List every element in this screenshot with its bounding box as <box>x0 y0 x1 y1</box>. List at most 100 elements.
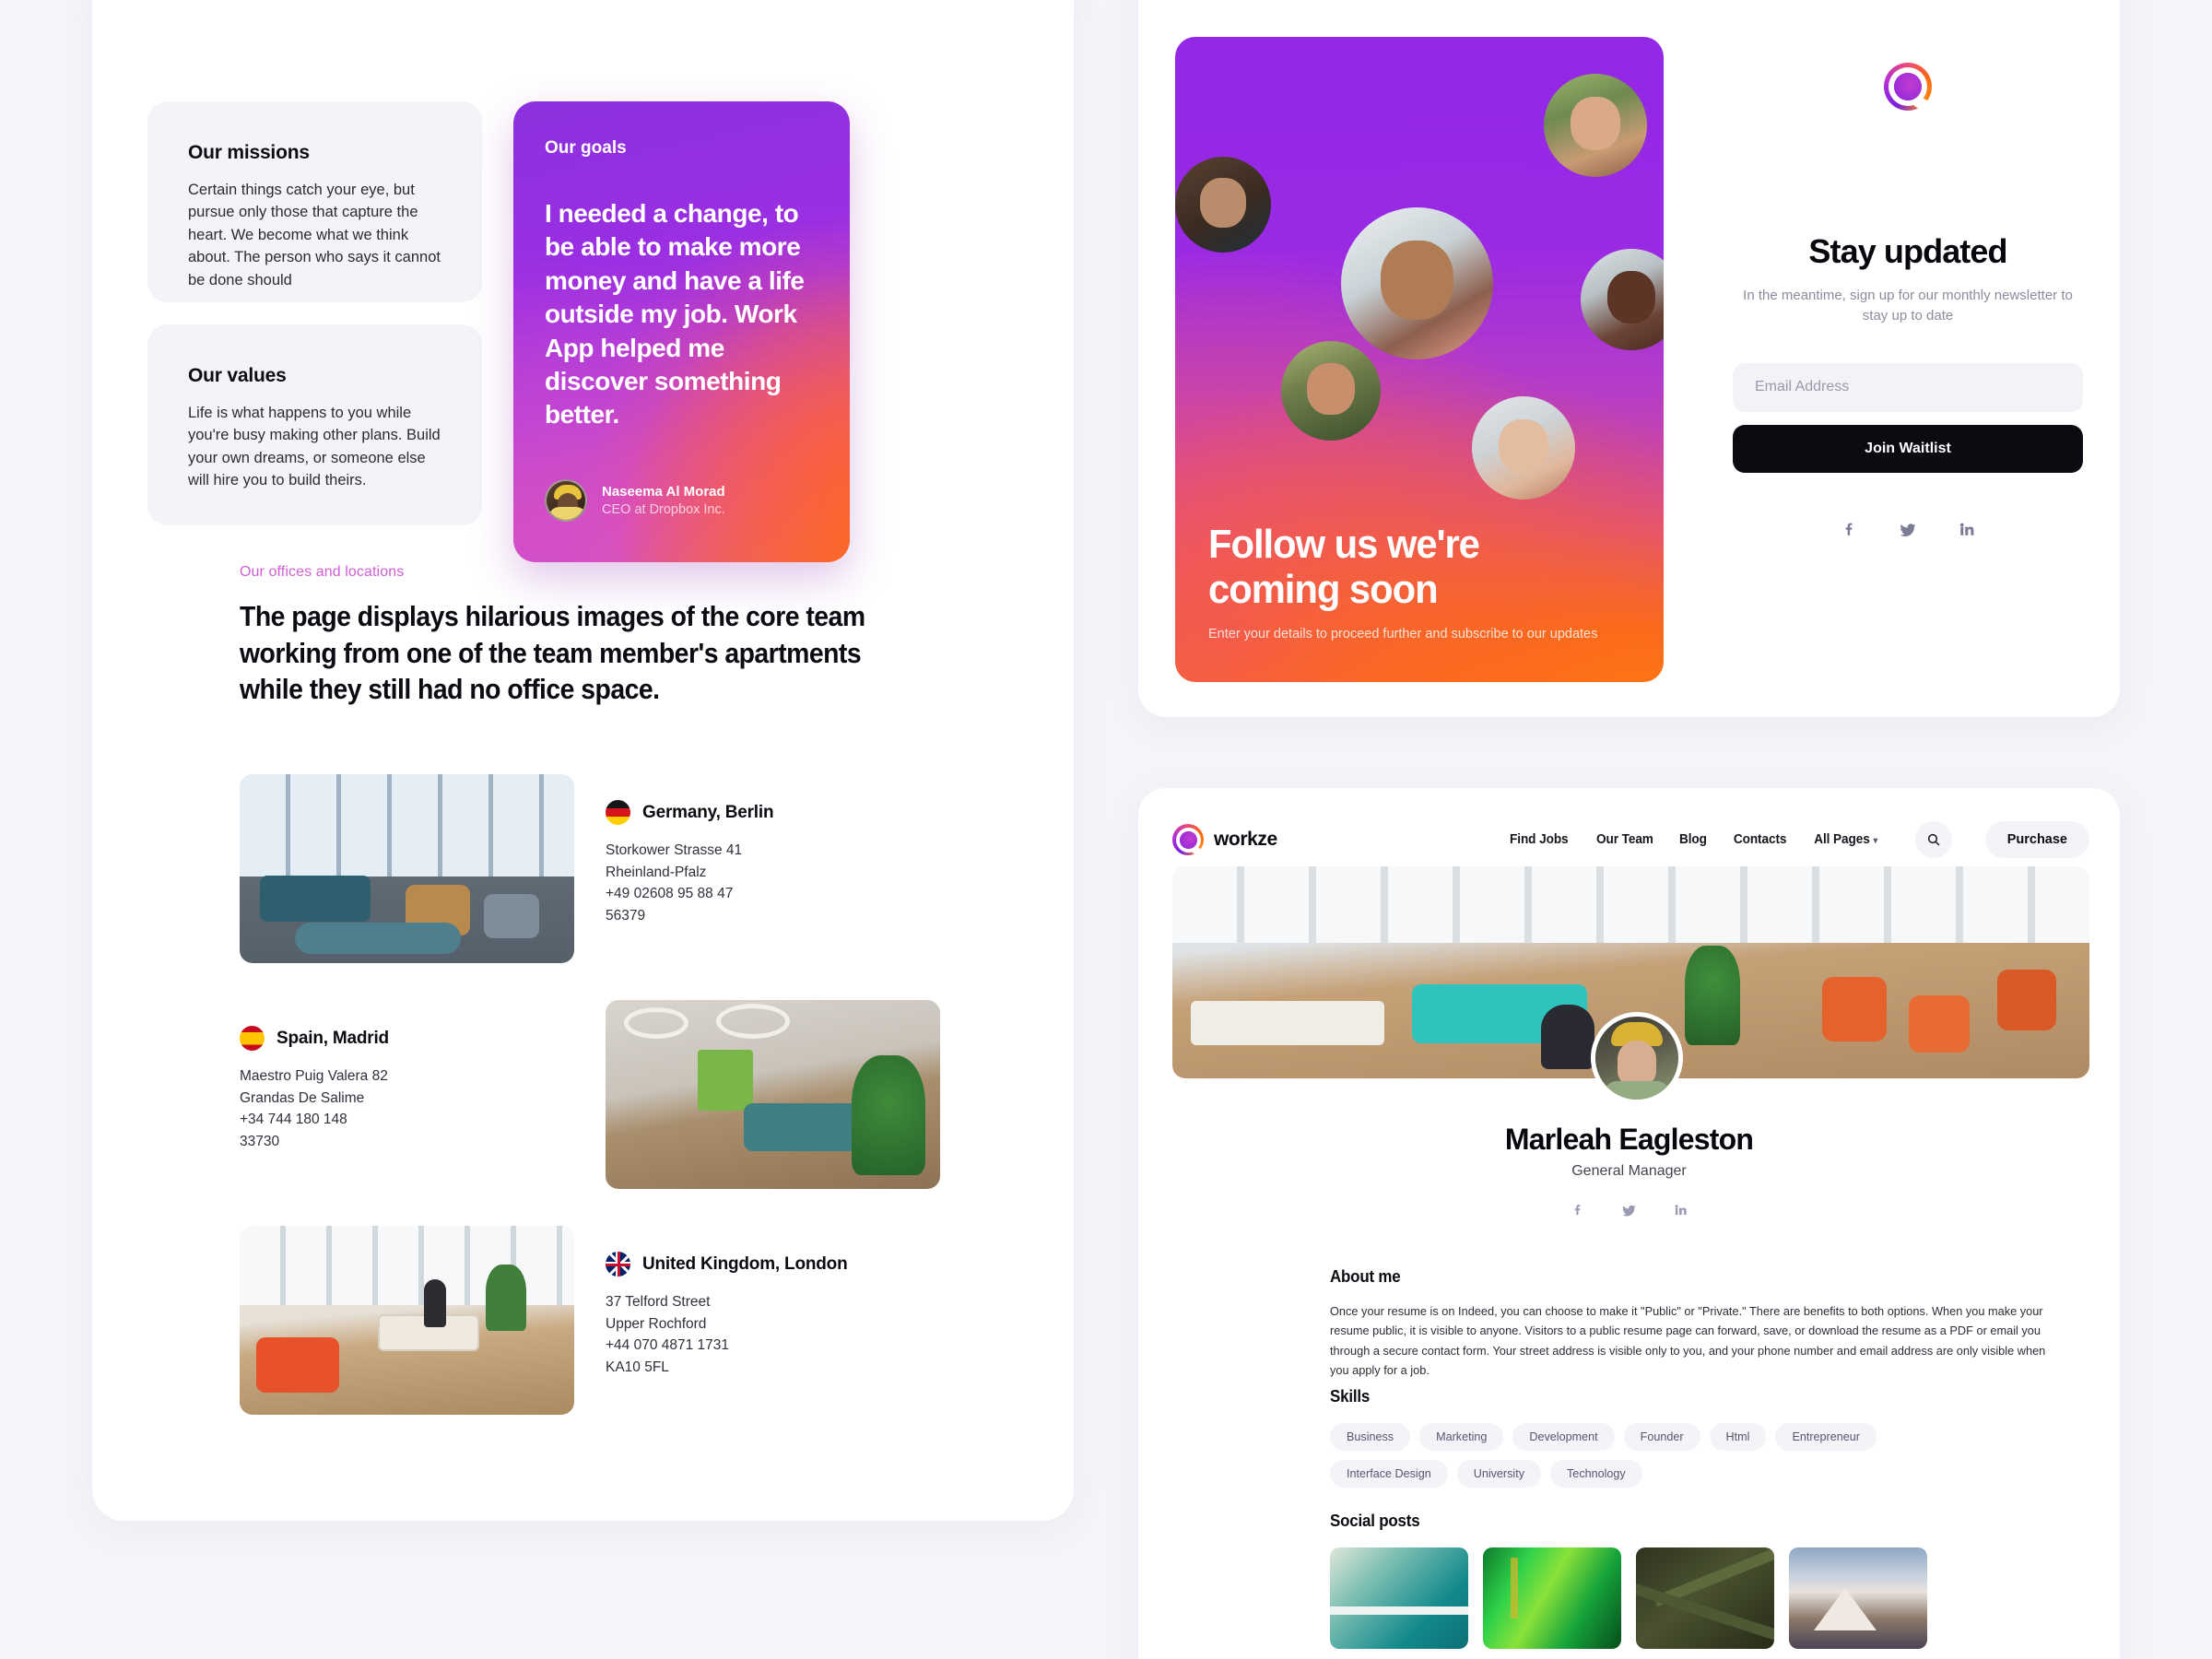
social-posts-title: Social posts <box>1330 1512 1420 1530</box>
hero-heading-line1: Follow us we're <box>1208 522 1480 568</box>
skills-tag-list: Business Marketing Development Founder H… <box>1330 1423 1975 1488</box>
hero-text-block: Follow us we're coming soon Enter your d… <box>1208 522 1598 641</box>
social-post-thumbnail[interactable] <box>1636 1547 1774 1649</box>
office-phone[interactable]: +44 070 4871 1731 <box>606 1335 949 1357</box>
stay-updated-block: Stay updated In the meantime, sign up fo… <box>1733 55 2083 544</box>
office-phone[interactable]: +34 744 180 148 <box>240 1109 574 1131</box>
coming-soon-hero-card: Follow us we're coming soon Enter your d… <box>1175 37 1664 682</box>
skill-tag[interactable]: Html <box>1709 1423 1767 1451</box>
profile-role: General Manager <box>1571 1163 1687 1179</box>
flag-spain-icon <box>240 1026 265 1051</box>
search-icon <box>1927 833 1940 846</box>
office-info-berlin: Germany, Berlin Storkower Strasse 41 Rhe… <box>606 774 949 963</box>
office-info-london: United Kingdom, London 37 Telford Street… <box>606 1226 949 1415</box>
hero-subtitle: Enter your details to proceed further an… <box>1208 627 1598 641</box>
office-street: 37 Telford Street <box>606 1294 711 1310</box>
goals-quote: I needed a change, to be able to make mo… <box>545 199 805 429</box>
site-navbar: workze Find Jobs Our Team Blog Contacts … <box>1172 816 2089 864</box>
purchase-button[interactable]: Purchase <box>1984 821 2089 858</box>
office-country: Germany, Berlin <box>642 802 774 822</box>
goals-author: Naseema Al Morad CEO at Dropbox Inc. <box>545 479 725 522</box>
flag-germany-icon <box>606 800 630 825</box>
skill-tag[interactable]: Technology <box>1550 1460 1642 1488</box>
profile-social-links <box>1138 1203 2120 1223</box>
offices-eyebrow: Our offices and locations <box>240 564 405 580</box>
search-button[interactable] <box>1914 821 1952 858</box>
social-post-thumbnail[interactable] <box>1789 1547 1927 1649</box>
twitter-icon[interactable] <box>1899 521 1917 544</box>
mission-values-goals-row: Our missions Certain things catch your e… <box>147 101 850 562</box>
skill-tag[interactable]: Entrepreneur <box>1775 1423 1877 1451</box>
office-street: Maestro Puig Valera 82 <box>240 1068 388 1084</box>
office-zip: KA10 5FL <box>606 1359 669 1375</box>
about-me-section: About me Once your resume is on Indeed, … <box>1330 1267 2095 1380</box>
office-photo-london <box>240 1226 574 1415</box>
twitter-icon[interactable] <box>1621 1203 1637 1223</box>
office-photo-berlin <box>240 774 574 963</box>
skill-tag[interactable]: Interface Design <box>1330 1460 1448 1488</box>
hero-heading-line2: coming soon <box>1208 566 1439 612</box>
join-waitlist-button[interactable]: Join Waitlist <box>1733 424 2083 473</box>
social-posts-grid <box>1330 1547 2095 1649</box>
profile-avatar <box>1591 1012 1683 1104</box>
nav-link-find-jobs[interactable]: Find Jobs <box>1510 832 1569 847</box>
office-phone[interactable]: +49 02608 95 88 47 <box>606 883 949 905</box>
office-zip: 56379 <box>606 907 646 924</box>
office-street: Storkower Strasse 41 <box>606 842 743 858</box>
chevron-down-icon: ▾ <box>1873 836 1878 846</box>
social-post-thumbnail[interactable] <box>1483 1547 1621 1649</box>
office-country: Spain, Madrid <box>276 1028 389 1048</box>
values-body: Life is what happens to you while you're… <box>188 405 441 489</box>
avatar <box>1281 341 1381 441</box>
office-zip: 33730 <box>240 1133 280 1149</box>
workze-logo-icon <box>1884 63 1932 111</box>
nav-link-our-team[interactable]: Our Team <box>1595 832 1653 847</box>
office-region: Grandas De Salime <box>240 1089 365 1106</box>
office-row: United Kingdom, London 37 Telford Street… <box>240 1226 949 1415</box>
author-role: CEO at Dropbox Inc. <box>602 502 725 517</box>
avatar <box>1544 74 1647 177</box>
social-links <box>1733 521 2083 544</box>
nav-link-contacts[interactable]: Contacts <box>1734 832 1787 847</box>
missions-title: Our missions <box>188 142 310 163</box>
avatar <box>545 479 587 522</box>
stay-updated-subtitle: In the meantime, sign up for our monthly… <box>1743 288 2073 324</box>
skill-tag[interactable]: University <box>1456 1460 1542 1488</box>
facebook-icon[interactable] <box>1571 1203 1584 1223</box>
skill-tag[interactable]: Business <box>1330 1423 1411 1451</box>
brand-name: workze <box>1214 829 1277 850</box>
office-locations-grid: Germany, Berlin Storkower Strasse 41 Rhe… <box>240 774 949 1452</box>
values-card: Our values Life is what happens to you w… <box>147 324 482 525</box>
email-input[interactable] <box>1733 362 2083 412</box>
profile-name: Marleah Eagleston <box>1504 1123 1754 1156</box>
facebook-icon[interactable] <box>1841 521 1857 544</box>
nav-dropdown-label: All Pages <box>1814 832 1871 847</box>
social-post-thumbnail[interactable] <box>1330 1547 1468 1649</box>
office-photo-madrid <box>606 1000 940 1189</box>
skills-section: Skills Business Marketing Development Fo… <box>1330 1387 2095 1488</box>
nav-link-blog[interactable]: Blog <box>1679 832 1707 847</box>
linkedin-icon[interactable] <box>1674 1203 1688 1223</box>
skills-title: Skills <box>1330 1387 1371 1406</box>
social-posts-section: Social posts <box>1330 1512 2095 1649</box>
avatar <box>1581 249 1664 350</box>
office-region: Rheinland-Pfalz <box>606 864 707 880</box>
workze-logo-icon <box>1172 824 1204 855</box>
navbar-brand[interactable]: workze <box>1172 824 1277 855</box>
avatar <box>1341 207 1493 359</box>
avatar <box>1175 157 1271 253</box>
offices-heading: The page displays hilarious images of th… <box>240 601 865 706</box>
stay-updated-title: Stay updated <box>1808 232 2007 270</box>
skill-tag[interactable]: Marketing <box>1419 1423 1504 1451</box>
values-title: Our values <box>188 365 287 386</box>
missions-body: Certain things catch your eye, but pursu… <box>188 182 441 288</box>
skill-tag[interactable]: Founder <box>1623 1423 1700 1451</box>
about-me-body: Once your resume is on Indeed, you can c… <box>1330 1304 2046 1377</box>
goals-label: Our goals <box>545 138 627 158</box>
skill-tag[interactable]: Development <box>1512 1423 1615 1451</box>
office-region: Upper Rochford <box>606 1315 707 1332</box>
linkedin-icon[interactable] <box>1959 521 1975 544</box>
navbar-links: Find Jobs Our Team Blog Contacts All Pag… <box>1508 821 2089 858</box>
nav-dropdown-all-pages[interactable]: All Pages ▾ <box>1815 832 1878 847</box>
about-me-title: About me <box>1330 1267 1401 1286</box>
